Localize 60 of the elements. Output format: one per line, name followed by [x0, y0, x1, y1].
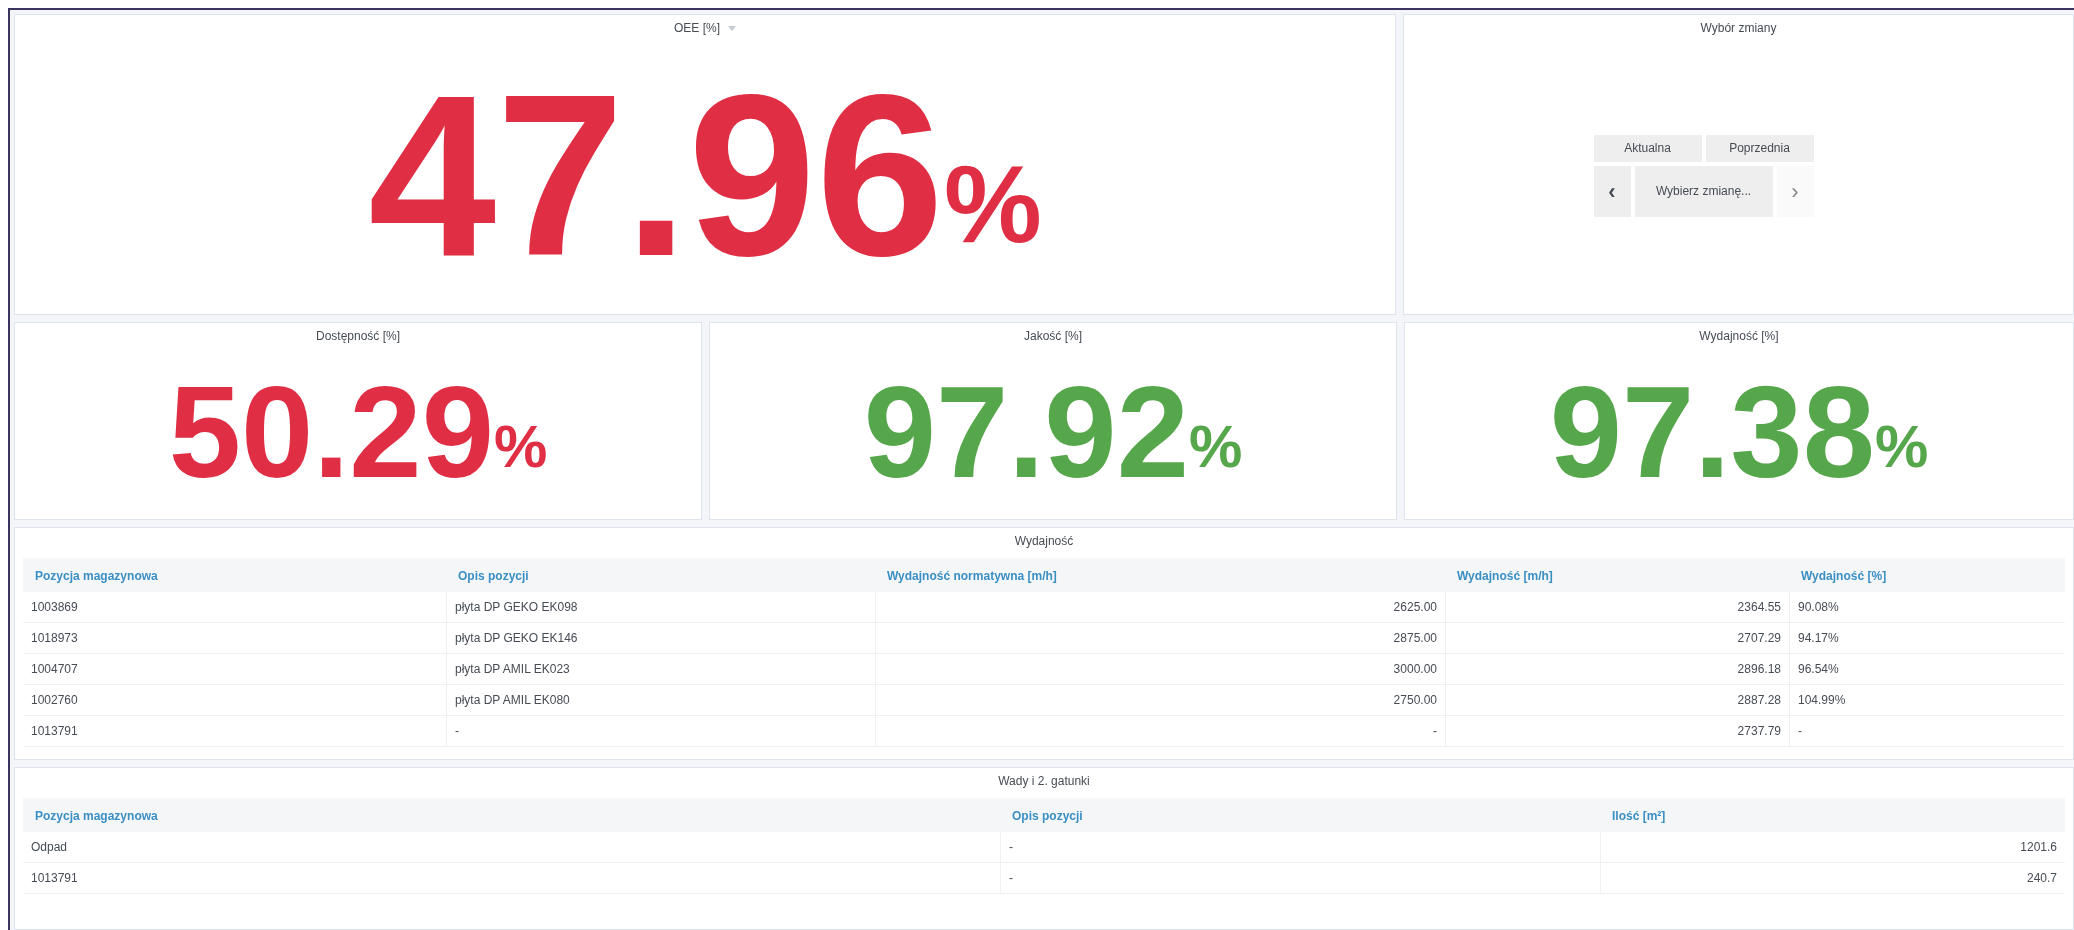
table-cell-text: 90.08% [1798, 599, 1839, 616]
panel-title: Wydajność [%] [1699, 328, 1779, 345]
column-header[interactable]: Wydajność [m/h] [1457, 569, 1553, 583]
table-cell-text: 3000.00 [1393, 661, 1437, 678]
table-cell-text: 1018973 [31, 630, 78, 647]
table-cell-text: 1013791 [31, 870, 78, 887]
table-cell-text: 2364.55 [1737, 599, 1781, 616]
table-cell-text: 2625.00 [1393, 599, 1437, 616]
column-header[interactable]: Pozycja magazynowa [35, 569, 158, 583]
table-cell-text: płyta DP GEKO EK146 [455, 630, 578, 647]
column-header[interactable]: Ilość [m²] [1612, 809, 1666, 823]
caret-icon[interactable] [728, 25, 736, 31]
panel-title: Dostępność [%] [315, 328, 400, 345]
previous-button[interactable]: ‹ [1593, 165, 1631, 217]
unit-label: % [1189, 417, 1243, 477]
column-header[interactable]: Opis pozycji [458, 569, 529, 583]
table-cell-text: 1003869 [31, 599, 78, 616]
shift-button[interactable]: Poprzednia [1705, 134, 1814, 162]
column-header[interactable]: Wydajność normatywna [m/h] [887, 569, 1057, 583]
panel-title: Jakość [%] [1024, 328, 1082, 345]
table-cell-text: 2875.00 [1393, 630, 1437, 647]
table-cell-text: - [455, 723, 459, 740]
table-cell-text: 2737.79 [1737, 723, 1781, 740]
table-cell-text: 96.54% [1798, 661, 1839, 678]
unit-label: % [943, 149, 1042, 259]
shift-button[interactable]: Aktualna [1593, 134, 1702, 162]
metric-value: 50.29 [168, 367, 494, 497]
table-cell-text: 104.99% [1798, 692, 1846, 709]
table-cell-text: płyta DP AMIL EK080 [455, 692, 570, 709]
table-cell-text: 2750.00 [1393, 692, 1437, 709]
column-header[interactable]: Wydajność [%] [1801, 569, 1887, 583]
panel-title: OEE [%] [674, 20, 720, 37]
table-cell-text: płyta DP GEKO EK098 [455, 599, 578, 616]
table-cell-text: 240.7 [2026, 870, 2057, 887]
table-cell-text: 2707.29 [1737, 630, 1781, 647]
table-cell-text: - [1433, 723, 1437, 740]
panel-title: Wady i 2. gatunki [998, 773, 1090, 790]
table-cell-text: 2887.28 [1737, 692, 1781, 709]
next-button[interactable]: › [1776, 165, 1814, 217]
table-cell-text: - [1009, 870, 1013, 887]
panel-title: Wybór zmiany [1700, 20, 1777, 37]
unit-label: % [1875, 417, 1929, 477]
oee-value: 47.96 [368, 60, 944, 291]
column-header[interactable]: Pozycja magazynowa [35, 809, 158, 823]
panel-title: Wydajność [1014, 533, 1074, 550]
metric-value: 97.92 [863, 367, 1189, 497]
table-cell-text: 1004707 [31, 661, 78, 678]
table-cell-text: 1002760 [31, 692, 78, 709]
shift-select[interactable]: Wybierz zmianę... [1634, 165, 1773, 217]
metric-value: 97.38 [1549, 367, 1875, 497]
table-cell-text: Odpad [31, 839, 68, 856]
table-cell-text: - [1798, 723, 1802, 740]
table-cell-text: 94.17% [1798, 630, 1839, 647]
table-cell-text: 1201.6 [2020, 839, 2057, 856]
table-cell-text: płyta DP AMIL EK023 [455, 661, 570, 678]
unit-label: % [494, 417, 548, 477]
column-header[interactable]: Opis pozycji [1012, 809, 1083, 823]
table-cell-text: 1013791 [31, 723, 78, 740]
table-cell-text: - [1009, 839, 1013, 856]
table-cell-text: 2896.18 [1737, 661, 1781, 678]
